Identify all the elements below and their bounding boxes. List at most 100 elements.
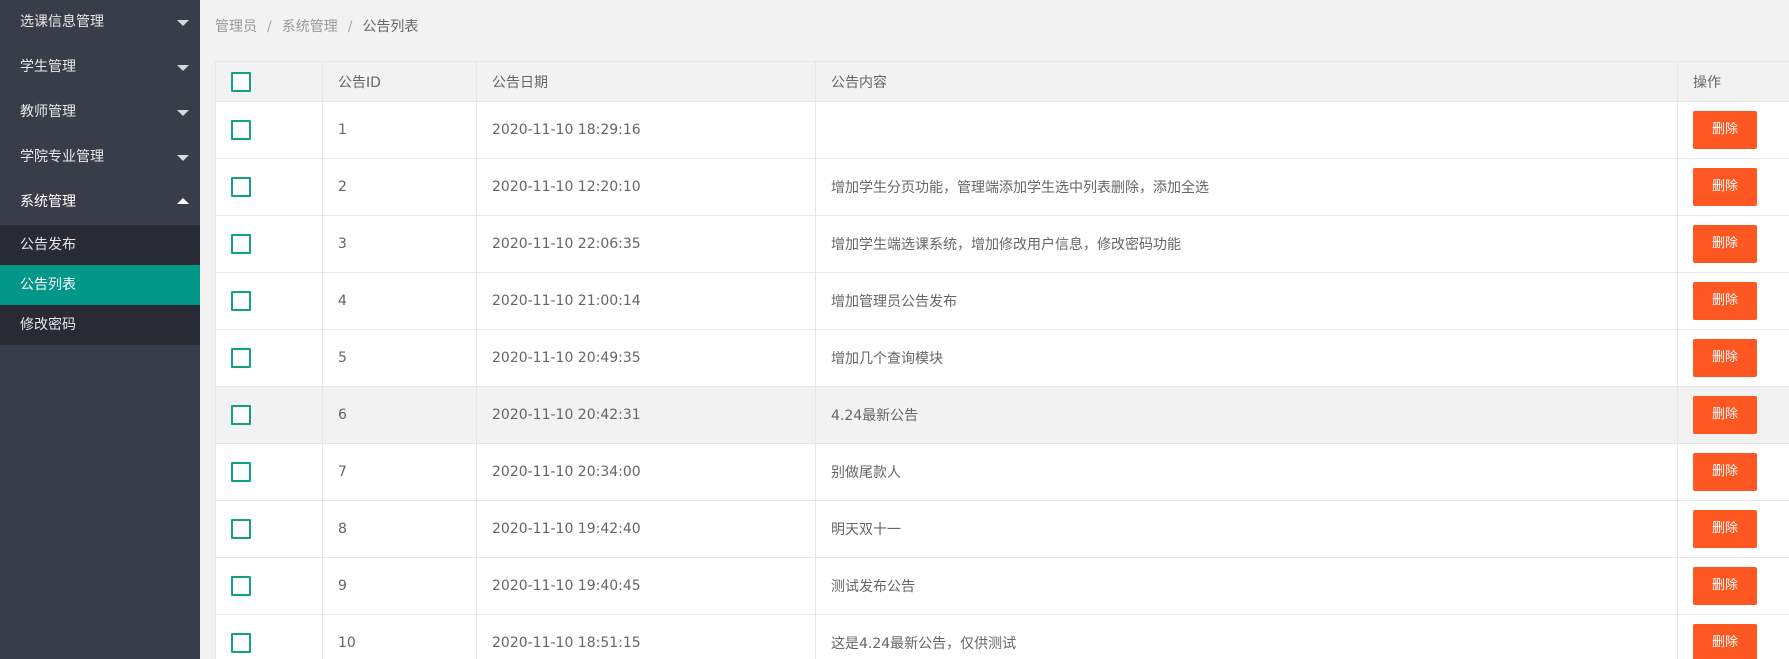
cell-content: 这是4.24最新公告，仅供测试	[815, 614, 1678, 659]
row-checkbox[interactable]	[231, 405, 251, 425]
cell-content: 测试发布公告	[815, 557, 1678, 615]
delete-button[interactable]: 删除	[1693, 567, 1757, 605]
row-checkbox[interactable]	[231, 519, 251, 539]
delete-button[interactable]: 删除	[1693, 510, 1757, 548]
row-checkbox[interactable]	[231, 462, 251, 482]
table-row: 9 2020-11-10 19:40:45 测试发布公告 删除	[215, 557, 1789, 615]
header-id: 公告ID	[322, 61, 477, 102]
row-select-cell	[215, 500, 323, 558]
delete-button[interactable]: 删除	[1693, 225, 1757, 263]
app: 选课信息管理 学生管理 教师管理 学院专业管理 系统管理 公告发布 公告列表 修…	[0, 0, 1789, 659]
breadcrumb-admin[interactable]: 管理员	[215, 19, 257, 35]
table-row: 4 2020-11-10 21:00:14 增加管理员公告发布 删除	[215, 272, 1789, 330]
delete-button[interactable]: 删除	[1693, 282, 1757, 320]
sidebar-item-change-password[interactable]: 修改密码	[0, 305, 200, 345]
cell-content: 别做尾款人	[815, 443, 1678, 501]
cell-action: 删除	[1677, 557, 1789, 615]
row-checkbox[interactable]	[231, 633, 251, 653]
nav-group-colleges[interactable]: 学院专业管理	[0, 135, 200, 180]
delete-button[interactable]: 删除	[1693, 396, 1757, 434]
delete-button[interactable]: 删除	[1693, 339, 1757, 377]
cell-id: 8	[322, 500, 477, 558]
table-row: 8 2020-11-10 19:42:40 明天双十一 删除	[215, 500, 1789, 558]
nav-group-label: 系统管理	[20, 194, 76, 210]
delete-button[interactable]: 删除	[1693, 453, 1757, 491]
cell-date: 2020-11-10 21:00:14	[476, 272, 816, 330]
row-checkbox[interactable]	[231, 120, 251, 140]
cell-id: 3	[322, 215, 477, 273]
header-date: 公告日期	[476, 61, 816, 102]
row-checkbox[interactable]	[231, 234, 251, 254]
header-select-all	[215, 61, 323, 102]
cell-action: 删除	[1677, 101, 1789, 159]
table-row: 7 2020-11-10 20:34:00 别做尾款人 删除	[215, 443, 1789, 501]
table-row: 2 2020-11-10 12:20:10 增加学生分页功能，管理端添加学生选中…	[215, 158, 1789, 216]
row-select-cell	[215, 329, 323, 387]
cell-action: 删除	[1677, 386, 1789, 444]
nav-group-students[interactable]: 学生管理	[0, 45, 200, 90]
caret-down-icon	[177, 155, 189, 161]
cell-id: 2	[322, 158, 477, 216]
cell-action: 删除	[1677, 500, 1789, 558]
cell-action: 删除	[1677, 158, 1789, 216]
cell-date: 2020-11-10 18:51:15	[476, 614, 816, 659]
select-all-checkbox[interactable]	[231, 71, 251, 92]
table-header-row: 公告ID 公告日期 公告内容 操作	[215, 61, 1789, 102]
cell-date: 2020-11-10 19:42:40	[476, 500, 816, 558]
cell-content: 明天双十一	[815, 500, 1678, 558]
cell-action: 删除	[1677, 215, 1789, 273]
cell-action: 删除	[1677, 272, 1789, 330]
cell-content: 增加管理员公告发布	[815, 272, 1678, 330]
caret-down-icon	[177, 110, 189, 116]
breadcrumb-separator: /	[267, 19, 272, 35]
nav-group-label: 学院专业管理	[20, 149, 104, 165]
cell-date: 2020-11-10 18:29:16	[476, 101, 816, 159]
row-checkbox[interactable]	[231, 348, 251, 368]
nav-group-label: 教师管理	[20, 104, 76, 120]
row-select-cell	[215, 443, 323, 501]
breadcrumb-system[interactable]: 系统管理	[282, 19, 338, 35]
cell-id: 6	[322, 386, 477, 444]
sidebar-item-notice-list[interactable]: 公告列表	[0, 265, 200, 305]
cell-action: 删除	[1677, 329, 1789, 387]
cell-date: 2020-11-10 22:06:35	[476, 215, 816, 273]
row-checkbox[interactable]	[231, 576, 251, 596]
row-checkbox[interactable]	[231, 291, 251, 311]
sidebar-item-publish-notice[interactable]: 公告发布	[0, 225, 200, 265]
delete-button[interactable]: 删除	[1693, 111, 1757, 149]
nav-group-label: 选课信息管理	[20, 14, 104, 30]
row-checkbox[interactable]	[231, 177, 251, 197]
cell-content: 增加学生分页功能，管理端添加学生选中列表删除，添加全选	[815, 158, 1678, 216]
table-row: 10 2020-11-10 18:51:15 这是4.24最新公告，仅供测试 删…	[215, 614, 1789, 659]
header-content: 公告内容	[815, 61, 1678, 102]
notice-table: 公告ID 公告日期 公告内容 操作 1 2020-11-10 18:29:16 …	[215, 61, 1789, 659]
row-select-cell	[215, 101, 323, 159]
nav-group-course-selection[interactable]: 选课信息管理	[0, 0, 200, 45]
caret-up-icon	[177, 198, 189, 204]
cell-content: 4.24最新公告	[815, 386, 1678, 444]
cell-id: 5	[322, 329, 477, 387]
cell-id: 10	[322, 614, 477, 659]
delete-button[interactable]: 删除	[1693, 624, 1757, 659]
nav-group-label: 学生管理	[20, 59, 76, 75]
cell-id: 7	[322, 443, 477, 501]
cell-date: 2020-11-10 20:34:00	[476, 443, 816, 501]
row-select-cell	[215, 158, 323, 216]
table-row: 1 2020-11-10 18:29:16 删除	[215, 101, 1789, 159]
cell-content: 增加学生端选课系统，增加修改用户信息，修改密码功能	[815, 215, 1678, 273]
row-select-cell	[215, 272, 323, 330]
main-content: 管理员 / 系统管理 / 公告列表 公告ID 公告日期 公告内容 操作 1 20…	[200, 0, 1789, 659]
nav-group-system[interactable]: 系统管理	[0, 180, 200, 225]
cell-id: 9	[322, 557, 477, 615]
system-subnav: 公告发布 公告列表 修改密码	[0, 225, 200, 345]
breadcrumb: 管理员 / 系统管理 / 公告列表	[215, 16, 418, 36]
sidebar: 选课信息管理 学生管理 教师管理 学院专业管理 系统管理 公告发布 公告列表 修…	[0, 0, 200, 659]
cell-content	[815, 101, 1678, 159]
breadcrumb-current: 公告列表	[362, 19, 419, 35]
delete-button[interactable]: 删除	[1693, 168, 1757, 206]
cell-date: 2020-11-10 20:42:31	[476, 386, 816, 444]
header-action: 操作	[1677, 61, 1789, 102]
row-select-cell	[215, 215, 323, 273]
cell-date: 2020-11-10 20:49:35	[476, 329, 816, 387]
nav-group-teachers[interactable]: 教师管理	[0, 90, 200, 135]
